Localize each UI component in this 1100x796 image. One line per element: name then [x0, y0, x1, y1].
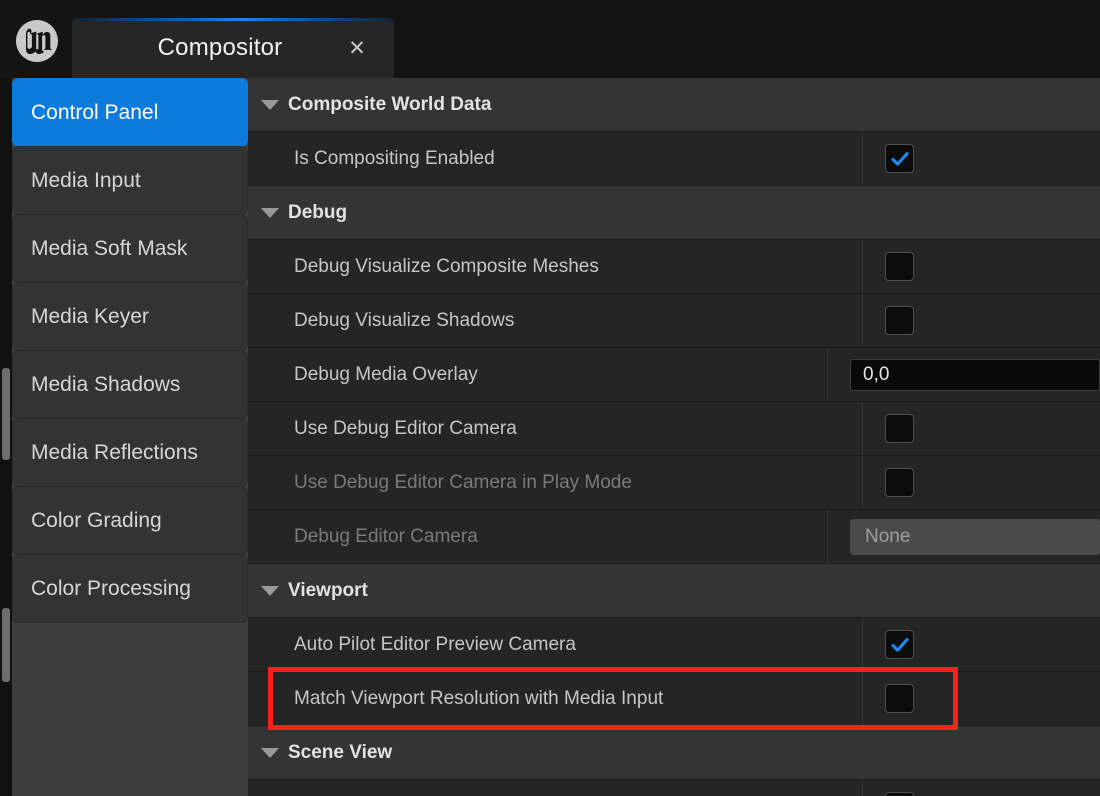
property-row: Match Viewport Resolution with Media Inp… — [248, 672, 1100, 726]
sidebar-item-label: Media Shadows — [31, 373, 180, 397]
property-row — [248, 780, 1100, 796]
sidebar-item-label: Media Soft Mask — [31, 237, 187, 261]
checkbox[interactable] — [885, 306, 914, 335]
sidebar-item-control-panel[interactable]: Control Panel — [12, 78, 248, 147]
checkbox[interactable] — [885, 414, 914, 443]
sidebar-item-label: Media Reflections — [31, 441, 198, 465]
title-bar: Compositor ✕ — [0, 0, 1100, 78]
checkbox[interactable] — [885, 630, 914, 659]
details-panel: Composite World Data Is Compositing Enabl… — [248, 78, 1100, 796]
property-row: Debug Media Overlay 0,0 — [248, 348, 1100, 402]
property-value-cell: 0,0 — [827, 348, 1100, 401]
category-label: Scene View — [288, 742, 392, 764]
property-label: Debug Media Overlay — [248, 364, 827, 386]
category-header-viewport[interactable]: Viewport — [248, 564, 1100, 618]
property-label: Use Debug Editor Camera — [248, 418, 862, 440]
sidebar-item-label: Control Panel — [31, 101, 158, 125]
category-label: Debug — [288, 202, 347, 224]
property-value-cell — [862, 456, 1100, 509]
property-value-cell: None — [827, 510, 1100, 563]
property-value-cell — [862, 672, 1100, 725]
checkbox[interactable] — [885, 144, 914, 173]
compositor-window: Compositor ✕ Control Panel Media Input Med… — [0, 0, 1100, 796]
left-scroll-rail[interactable] — [0, 78, 12, 796]
sidebar-item-label: Media Keyer — [31, 305, 149, 329]
property-label: Auto Pilot Editor Preview Camera — [248, 634, 862, 656]
checkbox[interactable] — [885, 684, 914, 713]
tab-compositor[interactable]: Compositor ✕ — [72, 18, 394, 78]
property-row: Use Debug Editor Camera in Play Mode — [248, 456, 1100, 510]
property-label: Use Debug Editor Camera in Play Mode — [248, 472, 862, 494]
category-header-composite-world-data[interactable]: Composite World Data — [248, 78, 1100, 132]
property-label: Debug Visualize Composite Meshes — [248, 256, 862, 278]
sidebar-item-media-input[interactable]: Media Input — [12, 146, 248, 215]
property-value-cell — [862, 780, 1100, 796]
checkbox[interactable] — [885, 792, 914, 796]
scroll-thumb-lower[interactable] — [2, 608, 10, 682]
sidebar-item-color-grading[interactable]: Color Grading — [12, 486, 248, 555]
chevron-down-icon[interactable] — [258, 93, 282, 117]
property-value-cell — [862, 618, 1100, 671]
property-value-cell — [862, 132, 1100, 185]
text-input[interactable]: 0,0 — [850, 359, 1100, 391]
property-label: Match Viewport Resolution with Media Inp… — [248, 688, 862, 710]
sidebar-item-media-shadows[interactable]: Media Shadows — [12, 350, 248, 419]
sidebar: Control Panel Media Input Media Soft Mask M… — [12, 78, 248, 796]
category-header-scene-view[interactable]: Scene View — [248, 726, 1100, 780]
property-row: Debug Visualize Composite Meshes — [248, 240, 1100, 294]
chevron-down-icon[interactable] — [258, 201, 282, 225]
category-label: Viewport — [288, 580, 368, 602]
property-row: Debug Visualize Shadows — [248, 294, 1100, 348]
category-header-debug[interactable]: Debug — [248, 186, 1100, 240]
object-picker: None — [850, 519, 1100, 555]
property-row: Auto Pilot Editor Preview Camera — [248, 618, 1100, 672]
sidebar-item-media-reflections[interactable]: Media Reflections — [12, 418, 248, 487]
property-label: Debug Visualize Shadows — [248, 310, 862, 332]
property-value-cell — [862, 294, 1100, 347]
checkbox[interactable] — [885, 252, 914, 281]
close-icon[interactable]: ✕ — [346, 37, 368, 59]
sidebar-item-media-soft-mask[interactable]: Media Soft Mask — [12, 214, 248, 283]
sidebar-item-label: Color Grading — [31, 509, 162, 533]
scroll-thumb-upper[interactable] — [2, 368, 10, 460]
sidebar-item-label: Color Processing — [31, 577, 191, 601]
property-value-cell — [862, 402, 1100, 455]
chevron-down-icon[interactable] — [258, 741, 282, 765]
property-label: Is Compositing Enabled — [248, 148, 862, 170]
sidebar-item-media-keyer[interactable]: Media Keyer — [12, 282, 248, 351]
sidebar-item-label: Media Input — [31, 169, 141, 193]
chevron-down-icon[interactable] — [258, 579, 282, 603]
property-row: Is Compositing Enabled — [248, 132, 1100, 186]
category-label: Composite World Data — [288, 94, 491, 116]
checkbox — [885, 468, 914, 497]
property-label: Debug Editor Camera — [248, 526, 827, 548]
unreal-engine-logo-icon — [10, 14, 64, 68]
sidebar-item-color-processing[interactable]: Color Processing — [12, 554, 248, 623]
property-row: Use Debug Editor Camera — [248, 402, 1100, 456]
property-value-cell — [862, 240, 1100, 293]
property-row: Debug Editor Camera None — [248, 510, 1100, 564]
